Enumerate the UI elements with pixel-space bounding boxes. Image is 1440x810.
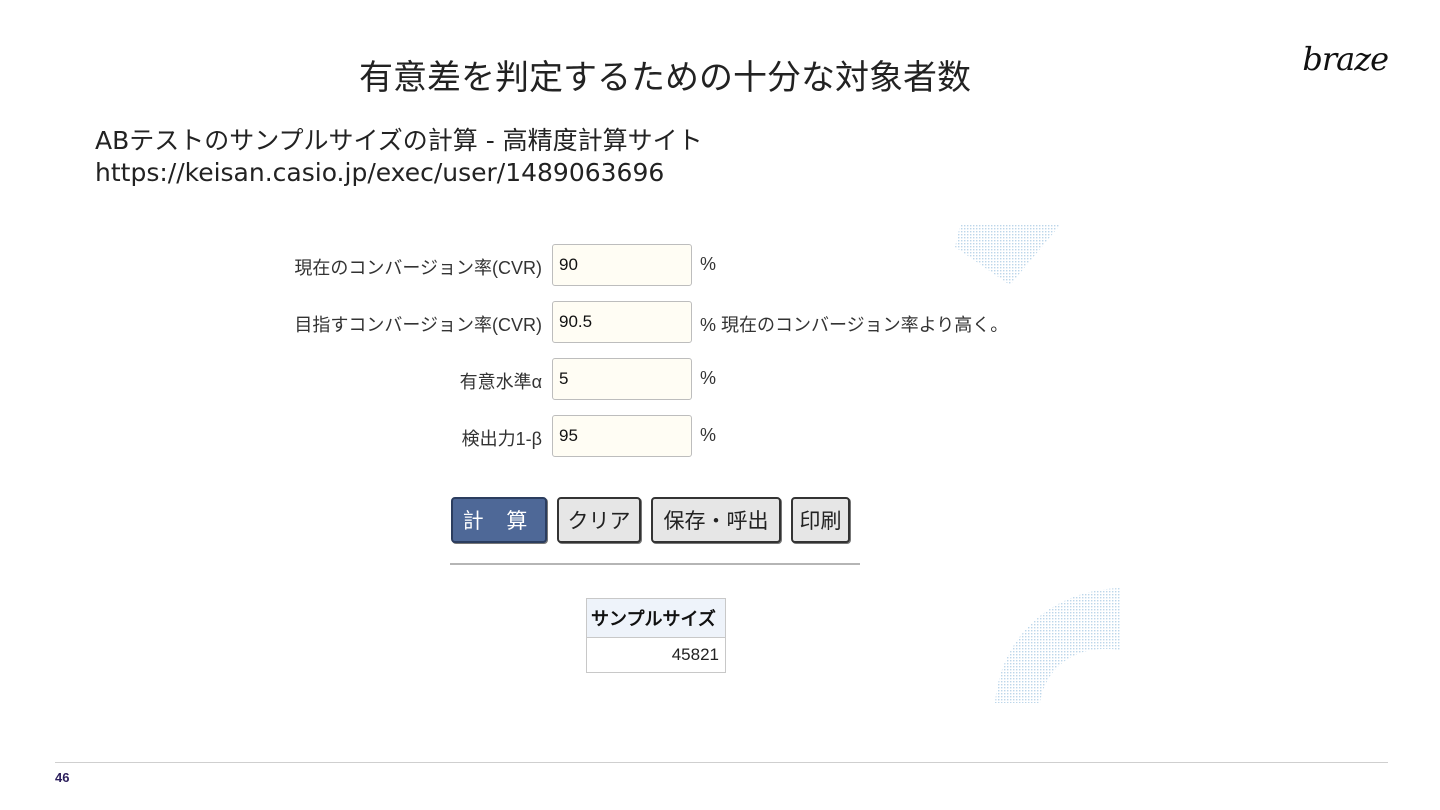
save-load-button[interactable]: 保存・呼出 <box>651 497 781 543</box>
alpha-label: 有意水準α <box>459 372 542 392</box>
current-cvr-unit: % <box>700 254 717 274</box>
alpha-input[interactable] <box>552 358 692 400</box>
target-cvr-input[interactable] <box>552 301 692 343</box>
footer-divider <box>55 762 1388 763</box>
current-cvr-input[interactable] <box>552 244 692 286</box>
braze-logo: braze <box>1302 40 1389 78</box>
source-title: ABテストのサンプルサイズの計算 - 高精度計算サイト <box>95 126 703 155</box>
power-row: 検出力1-β % <box>0 415 1440 459</box>
calculate-button[interactable]: 計 算 <box>451 497 547 543</box>
power-unit: % <box>700 425 717 445</box>
target-cvr-row: 目指すコンバージョン率(CVR) % 現在のコンバージョン率より高く。 <box>0 301 1440 345</box>
source-url: https://keisan.casio.jp/exec/user/148906… <box>95 158 665 187</box>
decorative-dotted-arc <box>995 588 1120 703</box>
current-cvr-row: 現在のコンバージョン率(CVR) % <box>0 244 1440 288</box>
sample-size-header: サンプルサイズ <box>586 598 726 638</box>
print-button[interactable]: 印刷 <box>791 497 850 543</box>
power-input[interactable] <box>552 415 692 457</box>
page-number: 46 <box>55 770 70 785</box>
source-reference: ABテストのサンプルサイズの計算 - 高精度計算サイト https://keis… <box>95 125 703 189</box>
power-label: 検出力1-β <box>461 429 542 449</box>
current-cvr-label: 現在のコンバージョン率(CVR) <box>294 258 542 278</box>
alpha-row: 有意水準α % <box>0 358 1440 402</box>
result-value-row: 45821 <box>586 637 726 673</box>
alpha-unit: % <box>700 368 717 388</box>
target-cvr-unit: % 現在のコンバージョン率より高く。 <box>700 315 1009 335</box>
result-table: サンプルサイズ 45821 <box>586 598 726 673</box>
slide-title: 有意差を判定するための十分な対象者数 <box>359 58 971 98</box>
sample-size-value: 45821 <box>586 637 726 673</box>
divider <box>450 563 860 565</box>
target-cvr-label: 目指すコンバージョン率(CVR) <box>294 315 542 335</box>
clear-button[interactable]: クリア <box>557 497 641 543</box>
result-header-row: サンプルサイズ <box>586 598 726 638</box>
